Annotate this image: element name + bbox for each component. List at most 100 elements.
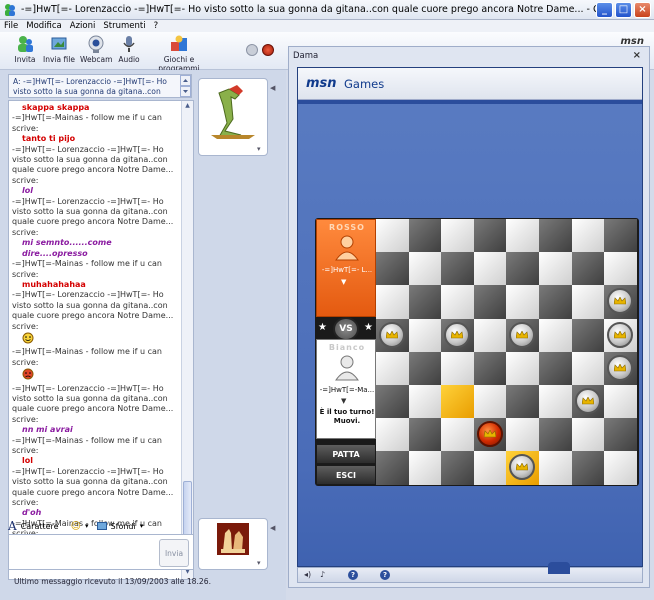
board-square[interactable] <box>408 219 442 253</box>
info-icon[interactable]: ? <box>380 570 390 580</box>
board-square[interactable] <box>473 219 507 253</box>
board-square[interactable] <box>506 252 539 286</box>
chat-history[interactable]: skappa skappa -=]HwT[=-Mainas - follow me… <box>8 100 194 580</box>
board-square[interactable] <box>408 318 442 352</box>
message-input[interactable]: Invia <box>8 534 194 570</box>
menu-edit[interactable]: Modifica <box>26 21 62 31</box>
audio-button[interactable]: Audio <box>116 34 142 64</box>
board-square[interactable] <box>571 219 605 253</box>
menu-actions[interactable]: Azioni <box>70 21 96 31</box>
volume-icon[interactable]: ◂) <box>304 570 311 579</box>
checkers-board[interactable] <box>376 219 637 485</box>
board-square[interactable] <box>441 285 474 319</box>
menu-help[interactable]: ? <box>154 21 159 31</box>
board-square[interactable] <box>506 418 539 452</box>
chat-scrollbar[interactable]: ▲ ▼ <box>181 101 193 579</box>
board-square[interactable] <box>473 252 507 286</box>
board-square[interactable] <box>604 418 637 452</box>
board-square[interactable] <box>571 451 605 485</box>
board-square[interactable] <box>539 385 572 419</box>
sound-icon[interactable]: ♪ <box>320 570 325 579</box>
board-square[interactable] <box>473 451 507 485</box>
white-king-piece[interactable] <box>379 321 405 348</box>
white-king-piece[interactable] <box>509 321 536 348</box>
board-square[interactable] <box>441 385 474 419</box>
board-square[interactable] <box>473 318 507 352</box>
my-avatar-collapse-icon[interactable]: ◀ <box>270 524 278 544</box>
board-square[interactable] <box>376 418 409 452</box>
board-square[interactable] <box>571 285 605 319</box>
send-button[interactable]: Invia <box>159 539 189 567</box>
board-square[interactable] <box>506 219 539 253</box>
my-avatar-dropdown-icon[interactable]: ▾ <box>257 559 261 567</box>
board-square[interactable] <box>539 219 572 253</box>
board-square[interactable] <box>506 385 539 419</box>
board-square[interactable] <box>539 418 572 452</box>
board-square[interactable] <box>473 351 507 385</box>
background-dropdown-icon[interactable]: ▾ <box>140 522 144 530</box>
white-king-piece[interactable] <box>574 388 601 414</box>
maximize-button[interactable]: □ <box>615 1 632 18</box>
panel-toggle-icon[interactable] <box>548 562 570 574</box>
board-square[interactable] <box>408 252 442 286</box>
menu-tools[interactable]: Strumenti <box>103 21 145 31</box>
board-square[interactable] <box>604 252 637 286</box>
close-button[interactable]: × <box>634 1 651 18</box>
toolbar-scroll-icon[interactable] <box>246 44 258 56</box>
board-square[interactable] <box>539 451 572 485</box>
board-square[interactable] <box>473 385 507 419</box>
board-square[interactable] <box>604 385 637 419</box>
board-square[interactable] <box>539 285 572 319</box>
webcam-button[interactable]: Webcam <box>80 34 112 64</box>
exit-button[interactable]: ESCI <box>316 465 376 485</box>
my-avatar[interactable]: ▾ <box>198 518 268 570</box>
game-close-button[interactable]: × <box>633 50 641 61</box>
board-square[interactable] <box>408 285 442 319</box>
board-square[interactable] <box>376 219 409 253</box>
board-square[interactable] <box>571 418 605 452</box>
board-square[interactable] <box>376 451 409 485</box>
board-square[interactable] <box>604 451 637 485</box>
emoticon-dropdown-icon[interactable]: ▾ <box>85 522 89 530</box>
board-square[interactable] <box>473 285 507 319</box>
board-square[interactable] <box>539 252 572 286</box>
scroll-up-icon[interactable]: ▲ <box>183 102 192 111</box>
board-square[interactable] <box>506 285 539 319</box>
draw-button[interactable]: PATTA <box>316 444 376 464</box>
board-square[interactable] <box>376 385 409 419</box>
board-square[interactable] <box>571 252 605 286</box>
contact-avatar[interactable]: ▾ <box>198 78 268 156</box>
board-square[interactable] <box>441 351 474 385</box>
board-square[interactable] <box>376 252 409 286</box>
white-king-piece[interactable] <box>444 321 471 348</box>
white-king-piece[interactable] <box>607 321 634 348</box>
help-icon[interactable]: ? <box>348 570 358 580</box>
board-square[interactable] <box>441 451 474 485</box>
board-square[interactable] <box>376 285 409 319</box>
invite-button[interactable]: Invita <box>10 34 40 64</box>
background-button[interactable]: Sfondi <box>111 522 136 531</box>
minimize-button[interactable]: _ <box>596 1 613 18</box>
board-square[interactable] <box>539 318 572 352</box>
avatar-dropdown-icon[interactable]: ▾ <box>257 145 261 153</box>
board-square[interactable] <box>441 252 474 286</box>
board-square[interactable] <box>441 418 474 452</box>
board-square[interactable] <box>408 418 442 452</box>
board-square[interactable] <box>441 219 474 253</box>
red-king-piece[interactable] <box>476 421 503 448</box>
avatar-collapse-icon[interactable]: ◀ <box>270 84 278 104</box>
board-square[interactable] <box>506 351 539 385</box>
games-button[interactable]: Giochi e programmi <box>146 34 212 73</box>
emoticon-icon[interactable]: ☺ <box>71 521 81 532</box>
board-square[interactable] <box>408 351 442 385</box>
font-button[interactable]: Carattere <box>21 522 59 531</box>
board-square[interactable] <box>571 318 605 352</box>
board-square[interactable] <box>571 351 605 385</box>
menu-file[interactable]: File <box>4 21 18 31</box>
board-square[interactable] <box>408 385 442 419</box>
board-square[interactable] <box>408 451 442 485</box>
recipient-scroll-icon[interactable] <box>180 75 191 97</box>
white-king-piece[interactable] <box>607 354 634 381</box>
board-square[interactable] <box>604 219 637 253</box>
board-square[interactable] <box>539 351 572 385</box>
